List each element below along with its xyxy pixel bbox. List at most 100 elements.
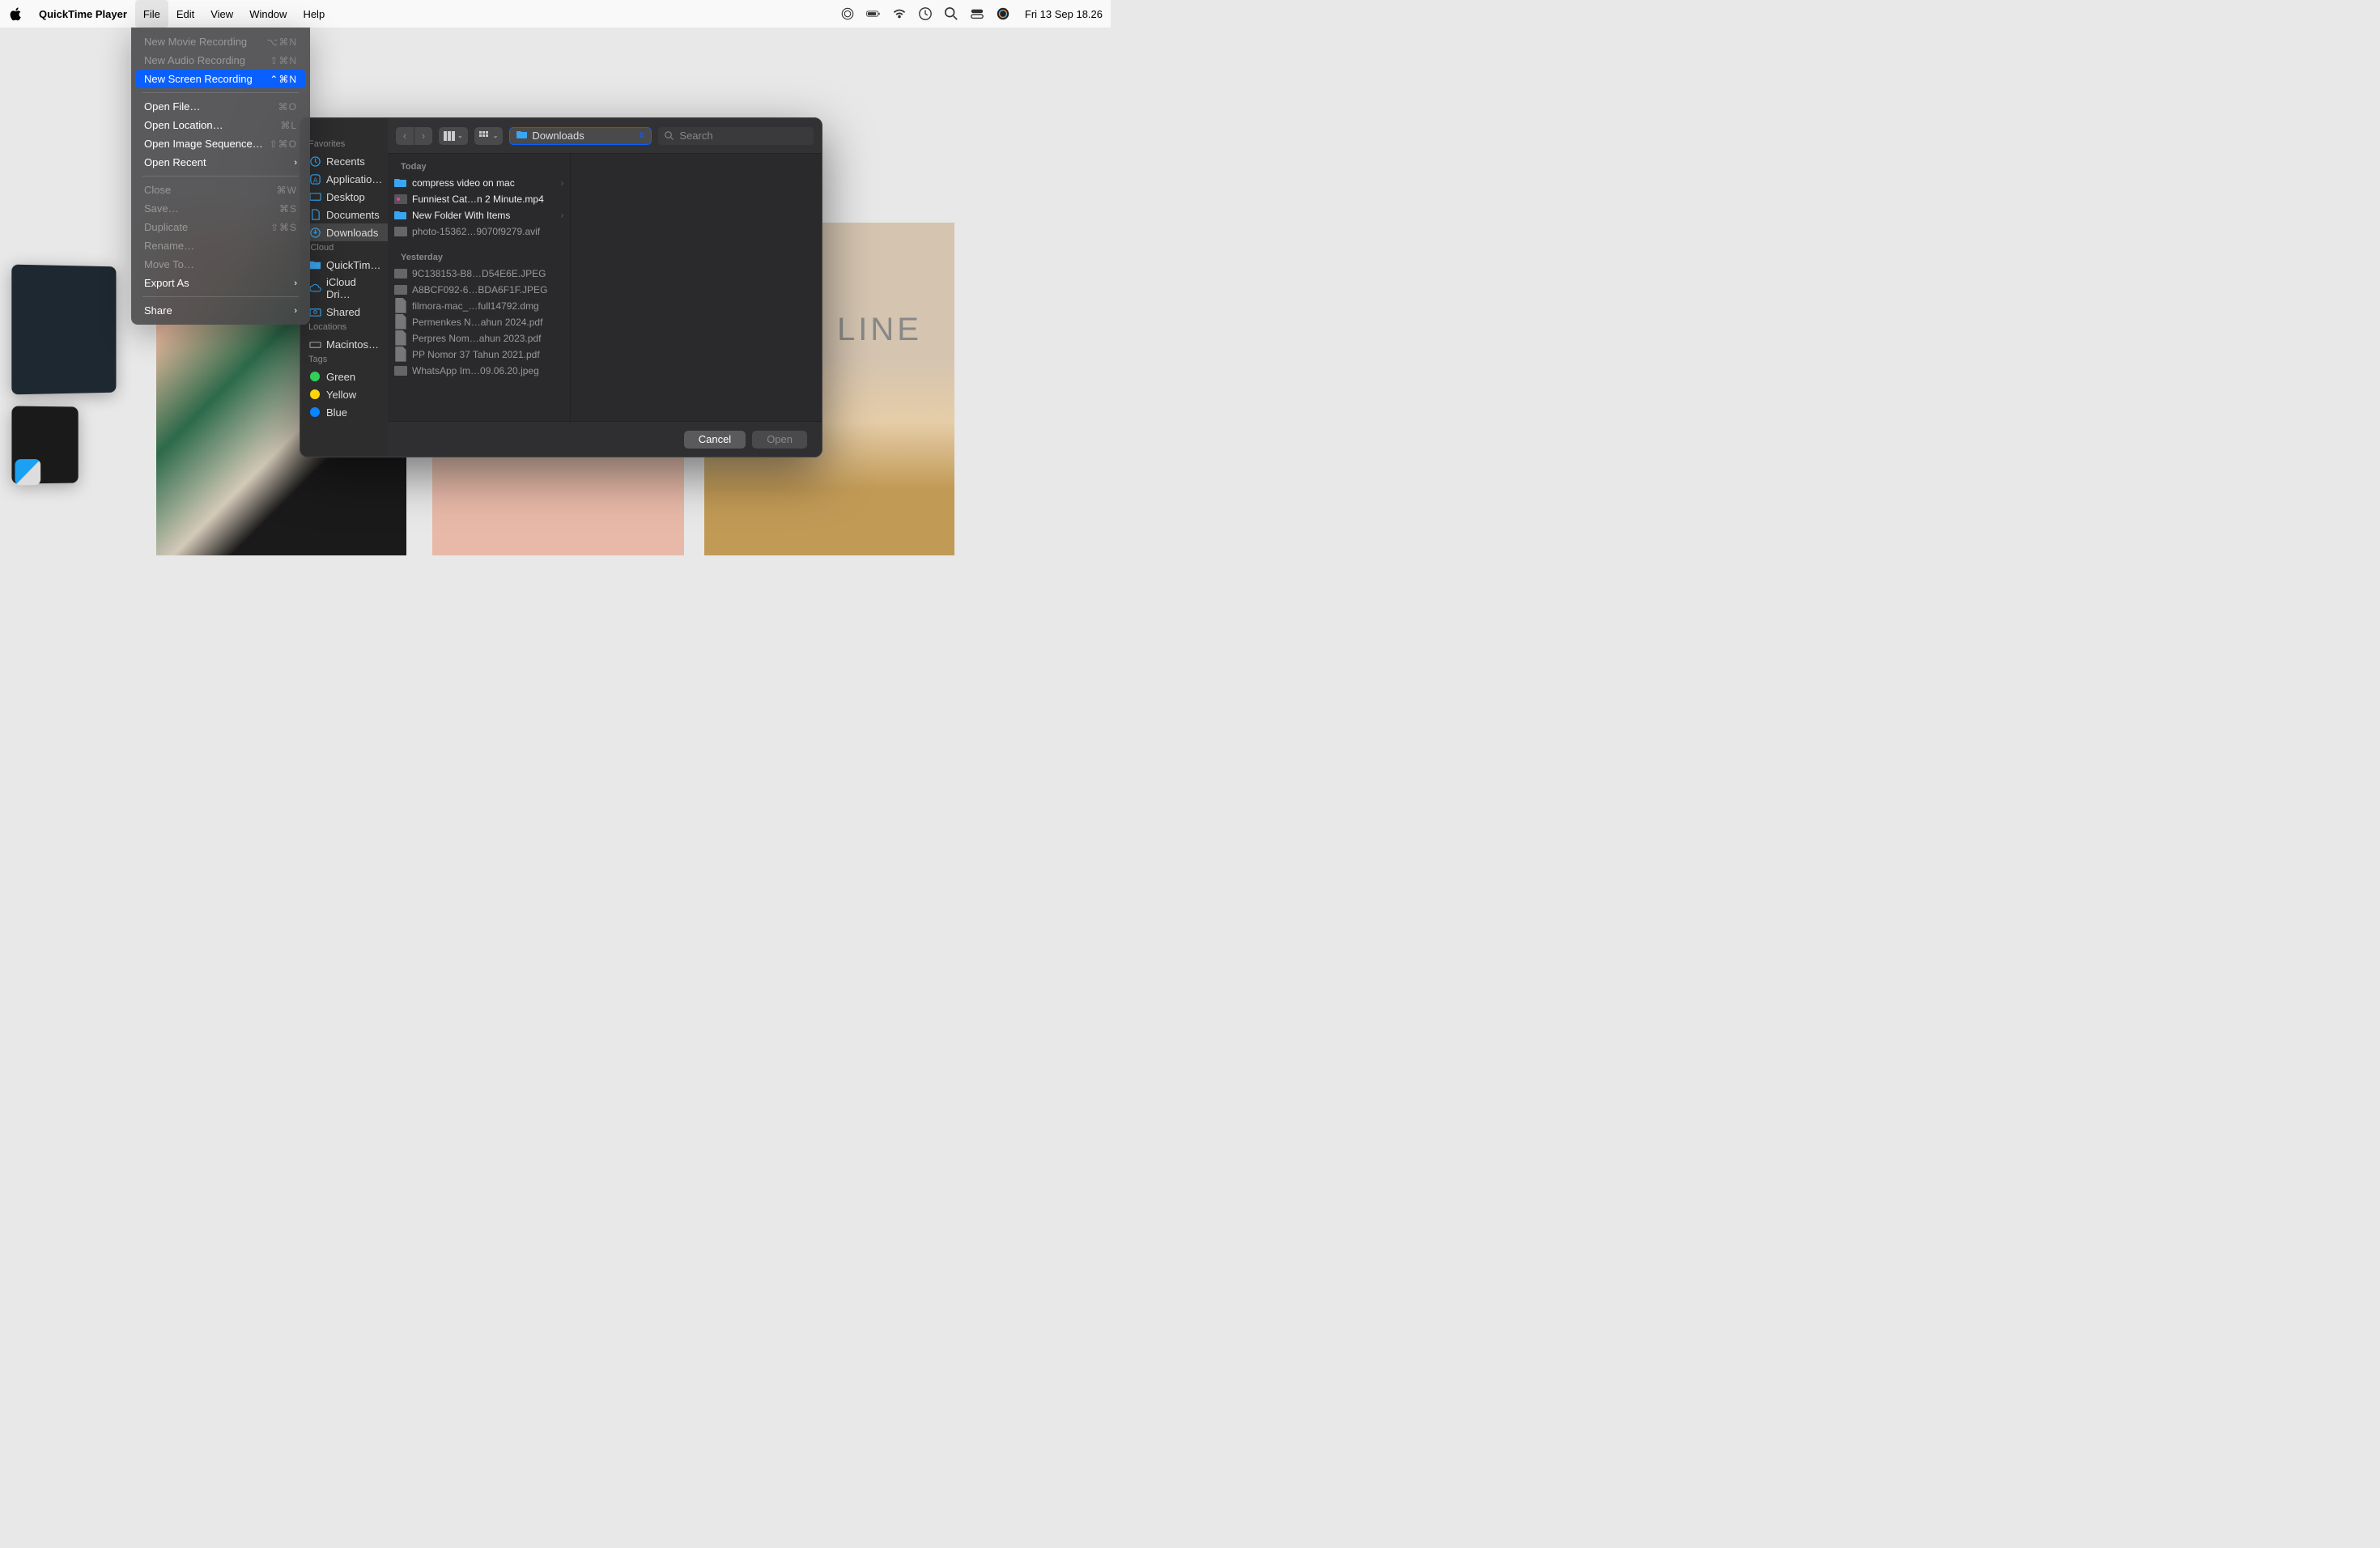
sidebar-header-icloud: iCloud <box>300 241 388 256</box>
sidebar-item-desktop[interactable]: Desktop <box>300 188 388 206</box>
menu-item-open-file-[interactable]: Open File…⌘O <box>136 97 305 116</box>
file-row[interactable]: PP Nomor 37 Tahun 2021.pdf <box>388 347 570 363</box>
nav-forward-button[interactable]: › <box>414 127 432 145</box>
clock-icon <box>308 155 321 168</box>
tag-dot-icon <box>308 406 321 419</box>
menu-item-new-screen-recording[interactable]: New Screen Recording⌃⌘N <box>136 70 305 88</box>
doc-icon <box>394 349 407 360</box>
cloud-icon <box>308 282 321 295</box>
sidebar-header-locations: Locations <box>300 321 388 335</box>
file-name: photo-15362…9070f9279.avif <box>412 226 563 237</box>
folder-icon <box>394 177 407 189</box>
menu-file[interactable]: File <box>135 0 168 28</box>
chevron-right-icon: › <box>561 179 563 188</box>
sidebar-item-label: Macintos… <box>326 338 379 351</box>
stage-thumb-app2[interactable] <box>11 406 78 483</box>
datetime[interactable]: Fri 13 Sep 18.26 <box>1025 8 1103 20</box>
view-columns-button[interactable]: ⌄ <box>439 127 468 145</box>
file-row[interactable]: 9C138153-B8…D54E6E.JPEG <box>388 266 570 282</box>
sidebar-item-quicktim-[interactable]: QuickTim… <box>300 256 388 274</box>
file-name: compress video on mac <box>412 177 556 189</box>
search-placeholder: Search <box>679 130 712 142</box>
app-name[interactable]: QuickTime Player <box>31 8 135 20</box>
file-group-yesterday: Yesterday <box>388 249 570 266</box>
file-group-today: Today <box>388 159 570 175</box>
view-group-button[interactable]: ⌄ <box>474 127 504 145</box>
file-row[interactable]: A8BCF092-6…BDA6F1F.JPEG <box>388 282 570 298</box>
menu-edit[interactable]: Edit <box>168 0 202 28</box>
file-menu-dropdown: New Movie Recording⌥⌘NNew Audio Recordin… <box>131 28 310 325</box>
location-popup[interactable]: Downloads ⇅ <box>509 127 652 145</box>
doc-icon <box>394 317 407 328</box>
time-machine-icon[interactable] <box>918 6 933 21</box>
apple-menu[interactable] <box>8 0 23 28</box>
cc-icon[interactable] <box>840 6 855 21</box>
tag-dot-icon <box>308 388 321 401</box>
file-row[interactable]: WhatsApp Im…09.06.20.jpeg <box>388 363 570 379</box>
location-label: Downloads <box>532 130 584 142</box>
file-name: Perpres Nom…ahun 2023.pdf <box>412 333 563 344</box>
file-name: Permenkes N…ahun 2024.pdf <box>412 317 563 328</box>
sidebar-item-yellow[interactable]: Yellow <box>300 385 388 403</box>
sidebar-item-label: Blue <box>326 406 347 419</box>
menu-item-open-image-sequence-[interactable]: Open Image Sequence…⇧⌘O <box>136 134 305 153</box>
wifi-icon[interactable] <box>892 6 907 21</box>
menu-view[interactable]: View <box>202 0 241 28</box>
app-icon: A <box>308 172 321 185</box>
open-button[interactable]: Open <box>752 431 807 449</box>
file-row[interactable]: photo-15362…9070f9279.avif <box>388 223 570 240</box>
sidebar-item-green[interactable]: Green <box>300 368 388 385</box>
sidebar-item-applicatio-[interactable]: A Applicatio… <box>300 170 388 188</box>
sidebar-item-label: Applicatio… <box>326 173 382 185</box>
sidebar-item-blue[interactable]: Blue <box>300 403 388 421</box>
open-dialog: Favorites Recents A Applicatio… DesktopDocum… <box>300 117 822 457</box>
file-name: Funniest Cat…n 2 Minute.mp4 <box>412 194 563 205</box>
image-icon <box>394 226 407 237</box>
menu-item-save-: Save…⌘S <box>136 199 305 218</box>
menu-item-share[interactable]: Share› <box>136 301 305 320</box>
sidebar-item-macintos-[interactable]: Macintos… <box>300 335 388 353</box>
cancel-button[interactable]: Cancel <box>684 431 746 449</box>
sidebar-item-downloads[interactable]: Downloads <box>300 223 388 241</box>
search-input[interactable]: Search <box>658 127 814 145</box>
file-row[interactable]: Funniest Cat…n 2 Minute.mp4 <box>388 191 570 207</box>
chevron-right-icon: › <box>561 211 563 220</box>
download-icon <box>308 226 321 239</box>
menu-window[interactable]: Window <box>241 0 295 28</box>
menu-item-open-recent[interactable]: Open Recent› <box>136 153 305 172</box>
file-name: PP Nomor 37 Tahun 2021.pdf <box>412 349 563 360</box>
doc-icon <box>394 300 407 312</box>
file-row[interactable]: New Folder With Items› <box>388 207 570 223</box>
menu-item-duplicate: Duplicate⇧⌘S <box>136 218 305 236</box>
menu-help[interactable]: Help <box>295 0 333 28</box>
sidebar-item-label: Shared <box>326 306 360 318</box>
image-icon <box>394 284 407 296</box>
stage-thumb-app1[interactable] <box>11 265 116 395</box>
spotlight-icon[interactable] <box>944 6 958 21</box>
dialog-footer: Cancel Open <box>388 421 822 457</box>
menu-item-new-audio-recording: New Audio Recording⇧⌘N <box>136 51 305 70</box>
sidebar-item-label: iCloud Dri… <box>326 276 380 300</box>
battery-icon[interactable] <box>866 6 881 21</box>
sidebar-item-recents[interactable]: Recents <box>300 152 388 170</box>
image-icon <box>394 365 407 376</box>
menu-item-export-as[interactable]: Export As› <box>136 274 305 292</box>
siri-icon[interactable] <box>996 6 1010 21</box>
nav-back-button[interactable]: ‹ <box>396 127 414 145</box>
disk-icon <box>308 338 321 351</box>
sidebar-item-shared[interactable]: Shared <box>300 303 388 321</box>
file-row[interactable]: filmora-mac_…full14792.dmg <box>388 298 570 314</box>
sidebar-header-favorites: Favorites <box>300 138 388 152</box>
file-row[interactable]: Permenkes N…ahun 2024.pdf <box>388 314 570 330</box>
file-row[interactable]: Perpres Nom…ahun 2023.pdf <box>388 330 570 347</box>
menu-item-open-location-[interactable]: Open Location…⌘L <box>136 116 305 134</box>
sidebar-item-documents[interactable]: Documents <box>300 206 388 223</box>
sidebar-header-tags: Tags <box>300 353 388 368</box>
file-row[interactable]: compress video on mac › <box>388 175 570 191</box>
control-center-icon[interactable] <box>970 6 984 21</box>
sidebar-item-label: Recents <box>326 155 365 168</box>
menu-separator <box>142 296 299 297</box>
sidebar-item-icloud-dri-[interactable]: iCloud Dri… <box>300 274 388 303</box>
menu-item-new-movie-recording: New Movie Recording⌥⌘N <box>136 32 305 51</box>
folder-icon <box>394 210 407 221</box>
